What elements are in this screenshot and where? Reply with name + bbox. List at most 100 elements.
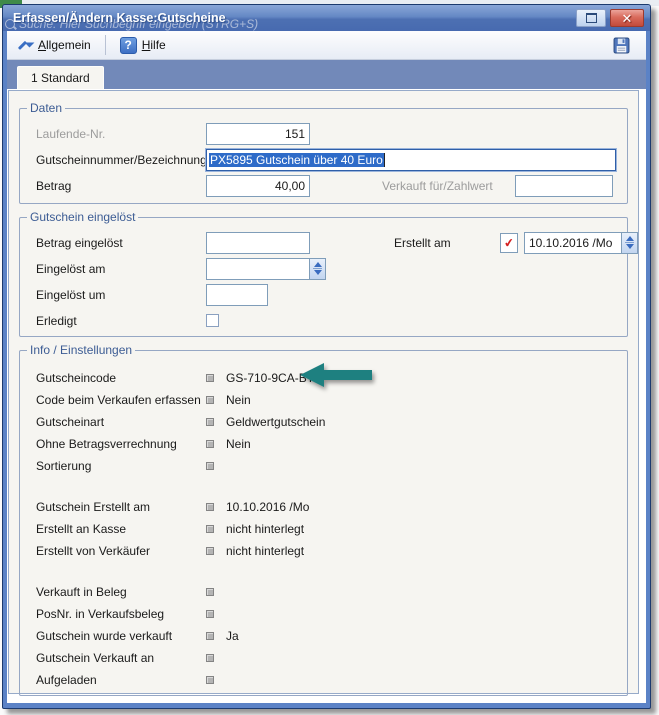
info-row: Code beim Verkaufen erfassen Nein [36, 389, 619, 411]
arrow-up-right-icon [19, 38, 33, 52]
betrag-eingeloest-label: Betrag eingelöst [36, 236, 206, 250]
bullet-icon [206, 547, 214, 555]
info-rows: Gutscheincode GS-710-9CA-BTB Code beim V… [36, 367, 619, 691]
info-value: Nein [226, 393, 251, 407]
info-label: Gutschein Verkauft an [36, 651, 206, 665]
info-row: Aufgeladen [36, 669, 619, 691]
bullet-icon [206, 396, 214, 404]
text-caret [384, 153, 385, 167]
bezeichnung-field[interactable]: PX5895 Gutschein über 40 Euro [206, 149, 616, 171]
bullet-icon [206, 654, 214, 662]
help-icon [120, 37, 137, 54]
info-row: Gutschein wurde verkauft Ja [36, 625, 619, 647]
group-info-title: Info / Einstellungen [27, 343, 135, 357]
betrag-eingeloest-field[interactable] [206, 232, 310, 254]
info-row: Gutscheincode GS-710-9CA-BTB [36, 367, 619, 389]
titlebar[interactable]: Suche: Hier Suchbegriff eingeben (STRG+S… [3, 5, 650, 31]
info-row: Erstellt von Verkäufer nicht hinterlegt [36, 540, 619, 562]
info-row [36, 477, 619, 496]
info-label: Verkauft in Beleg [36, 585, 206, 599]
info-value: Nein [226, 437, 251, 451]
bullet-icon [206, 503, 214, 511]
window-title: Erfassen/Ändern Kasse:Gutscheine [13, 11, 576, 25]
info-row [36, 562, 619, 581]
info-label: Gutscheinart [36, 415, 206, 429]
erstellt-am-label: Erstellt am [394, 236, 500, 250]
tab-strip: 1 Standard [7, 60, 646, 89]
eingeloest-um-field[interactable] [206, 284, 268, 306]
bullet-icon [206, 462, 214, 470]
bullet-icon [206, 610, 214, 618]
info-row: Ohne Betragsverrechnung Nein [36, 433, 619, 455]
group-eingeloest-title: Gutschein eingelöst [27, 210, 138, 224]
bezeichnung-label: Gutscheinnummer/Bezeichnung [36, 153, 206, 167]
info-value: nicht hinterlegt [226, 544, 304, 558]
toolbar: Allgemein Hilfe [7, 31, 646, 60]
dialog-erfassen-aendern-gutscheine: Suche: Hier Suchbegriff eingeben (STRG+S… [2, 4, 651, 709]
info-label: Erstellt an Kasse [36, 522, 206, 536]
info-label: Ohne Betragsverrechnung [36, 437, 206, 451]
info-row: Verkauft in Beleg [36, 581, 619, 603]
spinner-down-icon [626, 244, 634, 249]
group-daten-title: Daten [27, 101, 65, 115]
bullet-icon [206, 440, 214, 448]
info-row: Erstellt an Kasse nicht hinterlegt [36, 518, 619, 540]
bullet-icon [206, 588, 214, 596]
laufende-nr-label: Laufende-Nr. [36, 127, 206, 141]
allgemein-label: Allgemein [38, 38, 91, 52]
eingeloest-um-label: Eingelöst um [36, 288, 206, 302]
group-gutschein-eingeloest: Gutschein eingelöst Betrag eingelöst Ers… [19, 217, 628, 337]
save-button[interactable] [609, 35, 634, 56]
close-button[interactable] [610, 9, 644, 27]
tab-page-standard: Daten Laufende-Nr. Gutscheinnummer/Bezei… [8, 90, 639, 694]
toolbar-separator [105, 35, 106, 55]
eingeloest-am-spinner[interactable] [309, 258, 326, 280]
erstellt-am-spinner[interactable] [621, 232, 638, 254]
info-row: Gutscheinart Geldwertgutschein [36, 411, 619, 433]
info-label: PosNr. in Verkaufsbeleg [36, 607, 206, 621]
restore-icon [586, 13, 597, 23]
save-floppy-icon [613, 37, 630, 54]
close-icon [622, 12, 633, 25]
bullet-icon [206, 418, 214, 426]
info-label: Erstellt von Verkäufer [36, 544, 206, 558]
group-info-einstellungen: Info / Einstellungen Gutscheincode GS-71… [19, 350, 628, 696]
info-label: Gutschein Erstellt am [36, 500, 206, 514]
verkauft-fuer-label: Verkauft für/Zahlwert [382, 179, 493, 193]
info-row: Gutschein Verkauft an [36, 647, 619, 669]
info-row: Sortierung [36, 455, 619, 477]
eingeloest-am-label: Eingelöst am [36, 262, 206, 276]
info-value: 10.10.2016 /Mo [226, 500, 309, 514]
eingeloest-am-field[interactable] [206, 258, 310, 280]
spinner-divider [625, 242, 634, 243]
group-daten: Daten Laufende-Nr. Gutscheinnummer/Bezei… [19, 108, 628, 204]
restore-button[interactable] [576, 9, 606, 27]
info-value: nicht hinterlegt [226, 522, 304, 536]
info-label: Gutscheincode [36, 371, 206, 385]
tab-label: 1 Standard [31, 71, 90, 85]
bullet-icon [206, 632, 214, 640]
verkauft-fuer-field[interactable] [515, 175, 613, 197]
info-value: Geldwertgutschein [226, 415, 325, 429]
erstellt-am-field[interactable] [524, 232, 622, 254]
info-label: Code beim Verkaufen erfassen [36, 393, 206, 407]
spinner-up-icon [626, 236, 634, 241]
info-value: GS-710-9CA-BTB [226, 371, 322, 385]
date-confirm-button[interactable] [500, 233, 518, 253]
spinner-down-icon [314, 270, 322, 275]
client-area: Daten Laufende-Nr. Gutscheinnummer/Bezei… [7, 89, 646, 703]
tab-standard[interactable]: 1 Standard [17, 66, 104, 89]
info-label: Gutschein wurde verkauft [36, 629, 206, 643]
bullet-icon [206, 374, 214, 382]
info-row: Gutschein Erstellt am 10.10.2016 /Mo [36, 496, 619, 518]
selected-text: PX5895 Gutschein über 40 Euro [209, 153, 384, 167]
erledigt-checkbox[interactable] [206, 314, 219, 327]
betrag-label: Betrag [36, 179, 206, 193]
info-row: PosNr. in Verkaufsbeleg [36, 603, 619, 625]
bullet-icon [206, 676, 214, 684]
laufende-nr-field[interactable] [206, 123, 310, 145]
betrag-field[interactable] [206, 175, 310, 197]
hilfe-button[interactable]: Hilfe [116, 35, 170, 56]
allgemein-button[interactable]: Allgemein [15, 36, 95, 54]
info-label: Aufgeladen [36, 673, 206, 687]
